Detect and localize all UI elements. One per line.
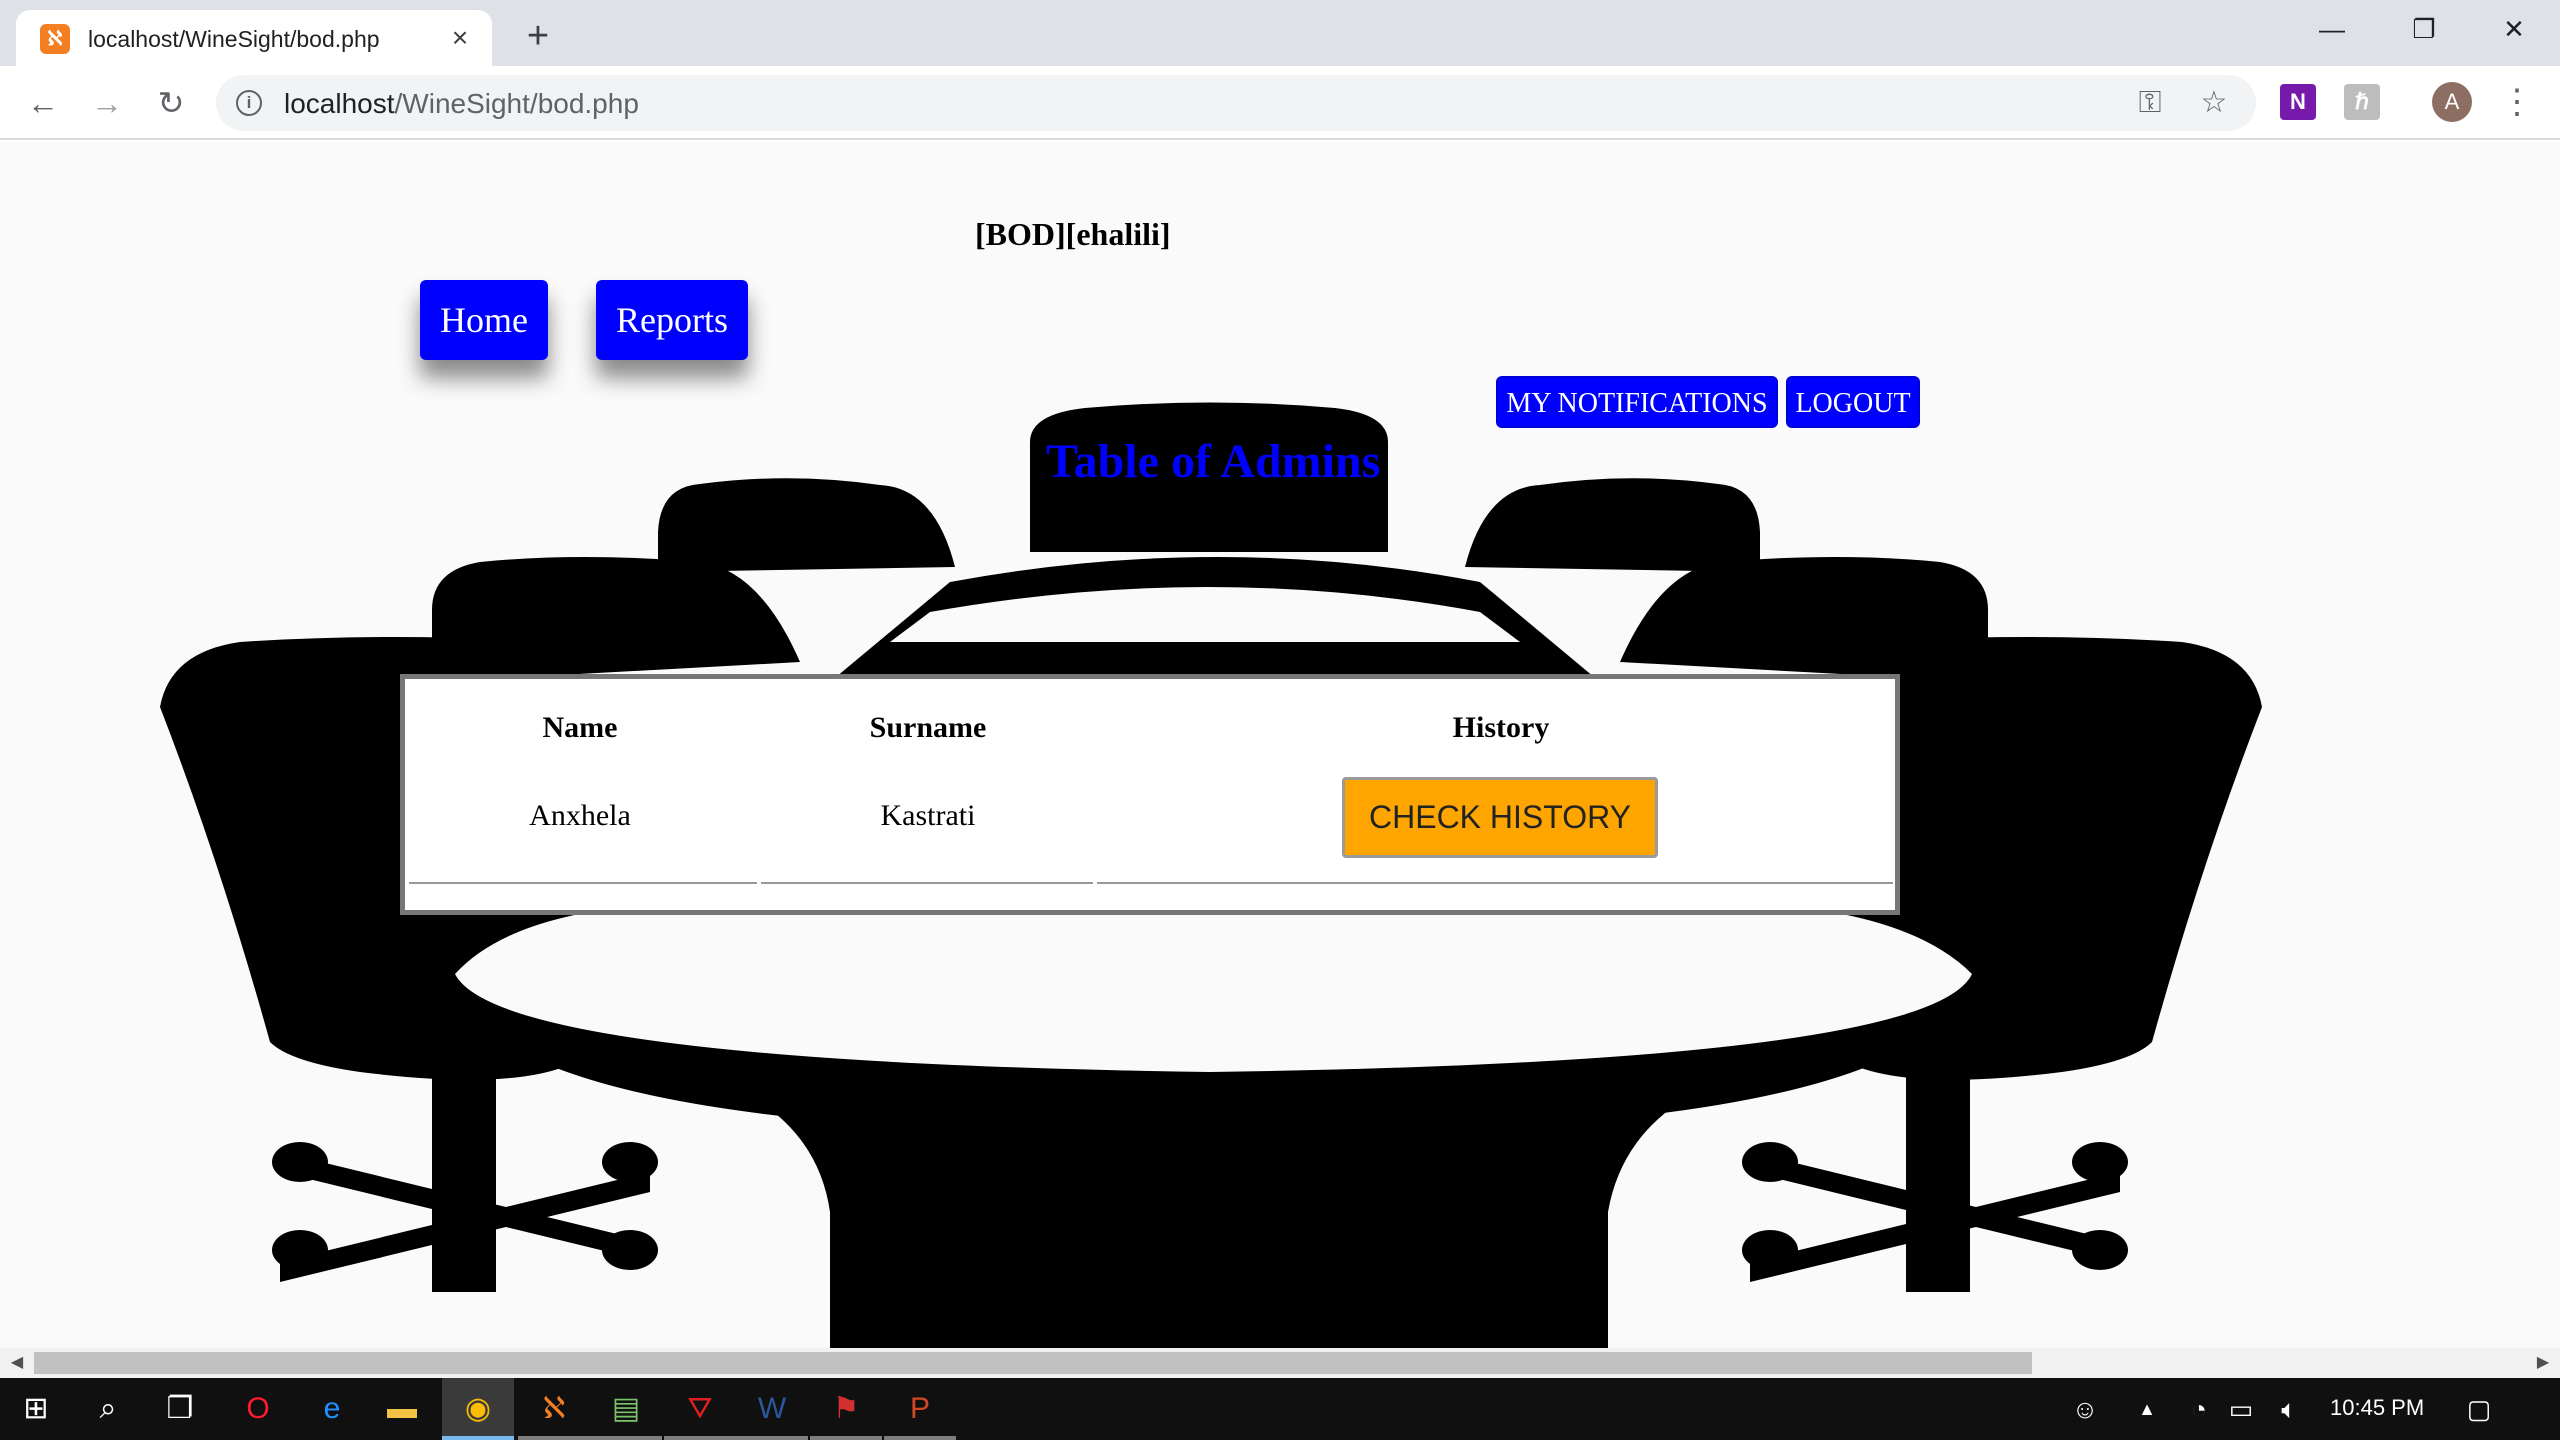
- info-icon[interactable]: i: [236, 90, 262, 116]
- user-role-tag: [BOD][ehalili]: [975, 216, 1171, 252]
- tab-title: localhost/WineSight/bod.php: [88, 26, 380, 52]
- edge-icon[interactable]: e: [296, 1378, 368, 1440]
- task-view-icon[interactable]: ❐: [144, 1378, 216, 1440]
- xampp-favicon-icon: ℵ: [40, 24, 70, 54]
- admins-table: Name Surname History Anxhela Kastrati CH…: [400, 674, 1900, 915]
- row-divider: [761, 882, 1093, 884]
- chair-back-left: [658, 478, 955, 572]
- scrollbar-thumb[interactable]: [34, 1352, 2032, 1374]
- tab-strip: ℵ localhost/WineSight/bod.php × + — ❐ ✕: [0, 0, 2560, 66]
- horizontal-scrollbar[interactable]: ◀ ▶: [0, 1348, 2560, 1378]
- row-divider: [1097, 882, 1893, 884]
- extension-icon[interactable]: ℏ: [2344, 84, 2380, 120]
- cell-name: Anxhela: [529, 799, 631, 832]
- word-icon[interactable]: W: [736, 1378, 808, 1440]
- opera-icon[interactable]: O: [222, 1378, 294, 1440]
- start-icon[interactable]: ⊞: [0, 1378, 72, 1440]
- minimize-button[interactable]: —: [2286, 0, 2378, 58]
- cell-surname: Kastrati: [880, 799, 976, 832]
- notepad-icon[interactable]: ▤: [590, 1378, 662, 1440]
- new-tab-button[interactable]: +: [514, 12, 562, 60]
- address-bar[interactable]: i localhost/WineSight/bod.php ⚿ ☆: [216, 75, 2256, 131]
- volume-icon[interactable]: 🔈︎: [2270, 1390, 2308, 1428]
- browser-tab[interactable]: ℵ localhost/WineSight/bod.php ×: [16, 10, 492, 66]
- table-pedestal: [760, 1102, 1680, 1348]
- network-icon[interactable]: ◔: [2180, 1390, 2218, 1428]
- people-icon[interactable]: ☺: [2066, 1390, 2104, 1428]
- kebab-menu-icon[interactable]: ⋮: [2500, 80, 2534, 124]
- flag-app-icon[interactable]: ⚑: [810, 1378, 882, 1440]
- row-divider: [409, 882, 757, 884]
- clock[interactable]: 10:45 PM: [2330, 1395, 2424, 1421]
- key-icon[interactable]: ⚿: [2132, 85, 2168, 121]
- bookmark-star-icon[interactable]: ☆: [2196, 85, 2232, 121]
- show-hidden-icons-chevron-icon[interactable]: ▲: [2128, 1390, 2166, 1428]
- reload-icon[interactable]: ↻: [148, 80, 194, 126]
- table-title: Table of Admins: [1046, 435, 1381, 488]
- windows-taskbar: ⊞ ⌕ ❐ O e ▬ ◉ ℵ ▤ ⛛ W ⚑ P ☺ ▲ ◔ ▭ 🔈︎ 10:…: [0, 1378, 2560, 1440]
- home-button[interactable]: Home: [420, 280, 548, 360]
- search-icon[interactable]: ⌕: [72, 1378, 144, 1440]
- restore-button[interactable]: ❐: [2378, 0, 2470, 58]
- header-surname: Surname: [869, 711, 987, 744]
- onenote-extension-icon[interactable]: N: [2280, 84, 2316, 120]
- tab-close-icon[interactable]: ×: [442, 20, 478, 56]
- powerpoint-icon[interactable]: P: [884, 1378, 956, 1440]
- my-notifications-button[interactable]: MY NOTIFICATIONS: [1496, 376, 1778, 428]
- chair-back-right: [1465, 478, 1760, 572]
- file-explorer-icon[interactable]: ▬: [366, 1378, 438, 1440]
- forward-arrow-icon[interactable]: →: [84, 80, 130, 126]
- acrobat-icon[interactable]: ⛛: [664, 1378, 736, 1440]
- page-body: [BOD][ehalili] Home Reports MY NOTIFICAT…: [0, 142, 2560, 1348]
- browser-toolbar: ← → ↻ i localhost/WineSight/bod.php ⚿ ☆ …: [0, 66, 2560, 140]
- url-text[interactable]: localhost/WineSight/bod.php: [284, 88, 639, 120]
- battery-icon[interactable]: ▭: [2222, 1390, 2260, 1428]
- back-arrow-icon[interactable]: ←: [20, 80, 66, 126]
- chrome-icon[interactable]: ◉: [442, 1378, 514, 1440]
- scroll-left-arrow-icon[interactable]: ◀: [4, 1350, 30, 1376]
- header-history: History: [1452, 711, 1550, 744]
- profile-avatar[interactable]: A: [2432, 82, 2472, 122]
- action-center-icon[interactable]: ▢: [2460, 1390, 2498, 1428]
- header-name: Name: [542, 711, 618, 744]
- logout-button[interactable]: LOGOUT: [1786, 376, 1920, 428]
- check-history-button[interactable]: CHECK HISTORY: [1342, 777, 1658, 858]
- reports-button[interactable]: Reports: [596, 280, 748, 360]
- xampp-icon[interactable]: ℵ: [518, 1378, 590, 1440]
- close-window-button[interactable]: ✕: [2468, 0, 2560, 58]
- scroll-right-arrow-icon[interactable]: ▶: [2530, 1350, 2556, 1376]
